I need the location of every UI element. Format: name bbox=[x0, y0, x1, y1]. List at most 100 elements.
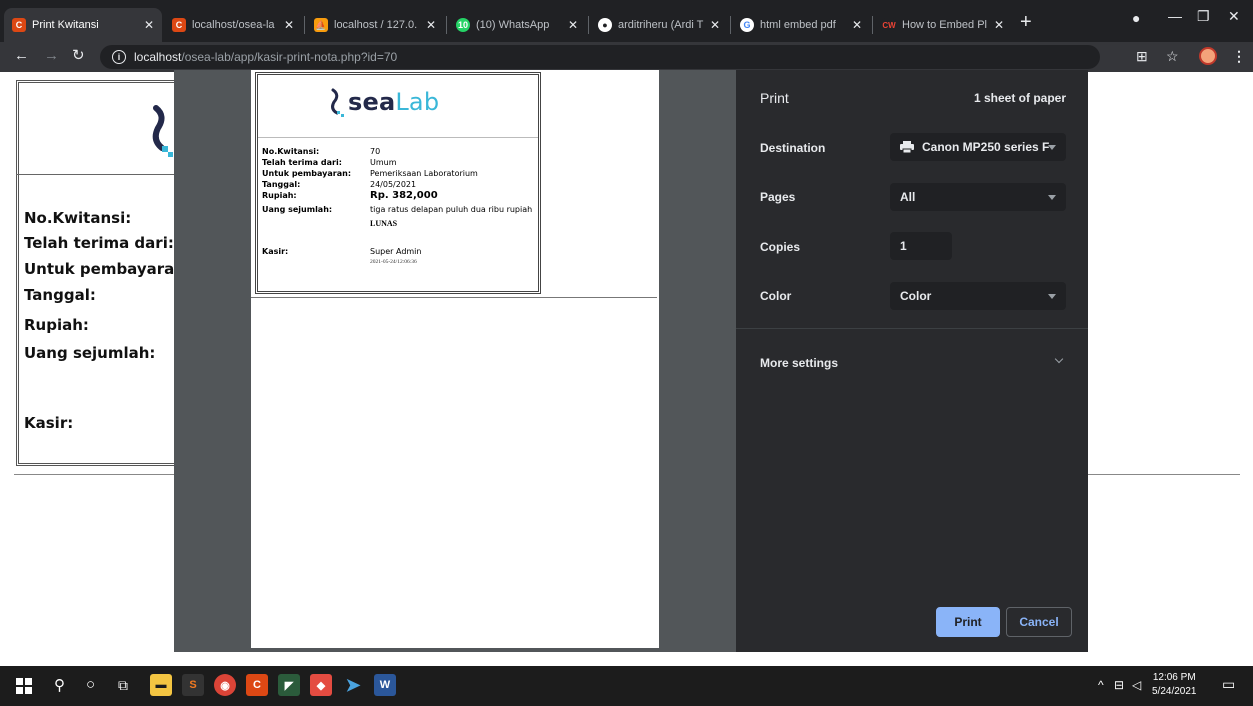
receipt-row-kasir: Kasir: Super Admin bbox=[262, 247, 421, 257]
receipt-label: Untuk pembayaran: bbox=[262, 169, 352, 178]
copies-label: Copies bbox=[760, 240, 801, 254]
color-label: Color bbox=[760, 289, 792, 303]
receipt-value: Rp. 382,000 bbox=[370, 190, 438, 201]
back-icon[interactable]: ← bbox=[14, 48, 29, 64]
receipt-row-untuk-pembayaran: Untuk pembayaran: Pemeriksaan Laboratori… bbox=[262, 169, 478, 179]
file-explorer-icon[interactable]: ▬ bbox=[150, 674, 172, 696]
close-icon[interactable]: ✕ bbox=[284, 18, 294, 32]
anydesk-icon[interactable]: ◆ bbox=[310, 674, 332, 696]
chevron-up-icon[interactable]: ^ bbox=[1098, 678, 1104, 692]
close-icon[interactable]: ✕ bbox=[852, 18, 862, 32]
tab-phpmyadmin[interactable]: ⛵ localhost / 127.0. ✕ bbox=[306, 8, 444, 42]
network-icon[interactable]: ⊟ bbox=[1114, 678, 1124, 692]
address-bar[interactable]: i localhost /osea-lab/app/kasir-print-no… bbox=[100, 45, 1100, 69]
sublime-text-icon[interactable]: S bbox=[182, 674, 204, 696]
logo-lab-text: Lab bbox=[395, 88, 440, 116]
close-icon[interactable]: ✕ bbox=[994, 18, 1004, 32]
receipt-row-tanggal: Tanggal: 24/05/2021 bbox=[262, 180, 416, 190]
codeigniter-app-icon[interactable]: C bbox=[246, 674, 268, 696]
copies-input[interactable]: 1 bbox=[890, 232, 952, 260]
close-icon[interactable]: ✕ bbox=[568, 18, 578, 32]
pages-value: All bbox=[900, 190, 916, 204]
print-settings-panel: Print 1 sheet of paper Destination Canon… bbox=[736, 70, 1088, 652]
destination-value: Canon MP250 series F bbox=[922, 140, 1050, 154]
tab-search-icon[interactable]: ● bbox=[1132, 10, 1140, 26]
search-icon[interactable]: ⚲ bbox=[54, 676, 65, 694]
color-value: Color bbox=[900, 289, 932, 303]
clock-time: 12:06 PM bbox=[1152, 672, 1196, 683]
destination-select[interactable]: Canon MP250 series F bbox=[890, 133, 1066, 161]
receipt-timestamp: 2021-05-24/12:06:36 bbox=[370, 259, 417, 265]
chevron-down-icon[interactable] bbox=[1054, 354, 1064, 364]
word-icon[interactable]: W bbox=[374, 674, 396, 696]
new-tab-button[interactable]: + bbox=[1020, 12, 1032, 32]
more-settings-toggle[interactable]: More settings bbox=[760, 356, 838, 370]
cw-icon: CW bbox=[882, 18, 896, 32]
receipt-value: 70 bbox=[370, 147, 381, 156]
bookmark-star-icon[interactable]: ☆ bbox=[1166, 48, 1179, 65]
codeigniter-icon: C bbox=[172, 18, 186, 32]
receipt-row-uang-sejumlah: Uang sejumlah: tiga ratus delapan puluh … bbox=[262, 205, 532, 215]
close-icon[interactable]: ✕ bbox=[144, 18, 154, 32]
bg-label-telah-terima: Telah terima dari: bbox=[24, 234, 174, 252]
logo-text: seaLab bbox=[348, 88, 439, 116]
translate-icon[interactable]: ⊞ bbox=[1136, 48, 1148, 65]
close-icon[interactable]: ✕ bbox=[710, 18, 720, 32]
reload-icon[interactable]: ↻ bbox=[72, 48, 85, 64]
print-button[interactable]: Print bbox=[936, 607, 1000, 637]
google-icon: G bbox=[740, 18, 754, 32]
receipt: seaLab No.Kwitansi: 70 Telah terima dari… bbox=[255, 72, 541, 294]
tab-whatsapp[interactable]: 10 (10) WhatsApp ✕ bbox=[448, 8, 586, 42]
browser-toolbar: ← → ↻ i localhost /osea-lab/app/kasir-pr… bbox=[0, 42, 1253, 72]
bg-label-tanggal: Tanggal: bbox=[24, 286, 96, 304]
preview-page-rule bbox=[251, 297, 657, 298]
tab-embed-pdf[interactable]: CW How to Embed Pl ✕ bbox=[874, 8, 1012, 42]
receipt-value: tiga ratus delapan puluh dua ribu rupiah bbox=[370, 205, 533, 214]
chevron-down-icon bbox=[1048, 145, 1056, 150]
chrome-icon[interactable]: ◉ bbox=[214, 674, 236, 696]
tab-google-search[interactable]: G html embed pdf ✕ bbox=[732, 8, 870, 42]
android-studio-icon[interactable]: ◤ bbox=[278, 674, 300, 696]
receipt-label: No.Kwitansi: bbox=[262, 147, 320, 156]
receipt-row-rupiah: Rupiah: Rp. 382,000 bbox=[262, 191, 438, 201]
forward-icon[interactable]: → bbox=[44, 48, 59, 64]
bg-label-kasir: Kasir: bbox=[24, 414, 74, 432]
codeigniter-icon: C bbox=[12, 18, 26, 32]
site-info-icon[interactable]: i bbox=[112, 50, 126, 64]
receipt-value: Umum bbox=[370, 158, 397, 167]
color-select[interactable]: Color bbox=[890, 282, 1066, 310]
windows-taskbar: ⚲ ○ ⧉ ▬ S ◉ C ◤ ◆ ➤ W ^ ⊟ ◁ 12:06 PM 5/2… bbox=[0, 666, 1253, 706]
receipt-label: Kasir: bbox=[262, 247, 289, 256]
clock-date: 5/24/2021 bbox=[1152, 686, 1197, 697]
receipt-header-divider bbox=[258, 137, 538, 138]
cancel-button[interactable]: Cancel bbox=[1006, 607, 1072, 637]
windows-start-icon[interactable] bbox=[16, 678, 32, 694]
receipt-value: 24/05/2021 bbox=[370, 180, 417, 189]
pages-select[interactable]: All bbox=[890, 183, 1066, 211]
volume-icon[interactable]: ◁ bbox=[1132, 678, 1141, 692]
profile-avatar[interactable] bbox=[1199, 47, 1217, 65]
notification-icon[interactable]: ▭ bbox=[1222, 676, 1235, 693]
close-window-icon[interactable]: ✕ bbox=[1228, 8, 1240, 25]
logo-sea-text: sea bbox=[348, 88, 396, 116]
restore-icon[interactable]: ❐ bbox=[1197, 8, 1210, 25]
oselab-flask-icon bbox=[331, 88, 344, 117]
tab-github[interactable]: ● arditriheru (Ardi T ✕ bbox=[590, 8, 728, 42]
tab-localhost-osea[interactable]: C localhost/osea-la ✕ bbox=[164, 8, 302, 42]
bird-app-icon[interactable]: ➤ bbox=[342, 674, 364, 696]
printer-icon bbox=[900, 141, 914, 153]
bg-label-untuk-pembayaran: Untuk pembayaran bbox=[24, 260, 185, 278]
menu-dots-icon[interactable]: ⋮ bbox=[1232, 48, 1246, 65]
task-view-icon[interactable]: ⧉ bbox=[118, 677, 128, 694]
receipt-row-telah-terima: Telah terima dari: Umum bbox=[262, 158, 397, 168]
tab-separator bbox=[446, 16, 447, 34]
taskbar-clock[interactable]: 12:06 PM 5/24/2021 bbox=[1152, 671, 1197, 699]
cortana-icon[interactable]: ○ bbox=[86, 676, 95, 693]
close-icon[interactable]: ✕ bbox=[426, 18, 436, 32]
minimize-icon[interactable]: — bbox=[1168, 8, 1182, 24]
tab-title: arditriheru (Ardi T bbox=[618, 19, 704, 31]
pages-label: Pages bbox=[760, 190, 796, 204]
tab-print-kwitansi[interactable]: C Print Kwitansi ✕ bbox=[4, 8, 162, 42]
bg-label-rupiah: Rupiah: bbox=[24, 316, 89, 334]
settings-divider bbox=[736, 328, 1088, 329]
